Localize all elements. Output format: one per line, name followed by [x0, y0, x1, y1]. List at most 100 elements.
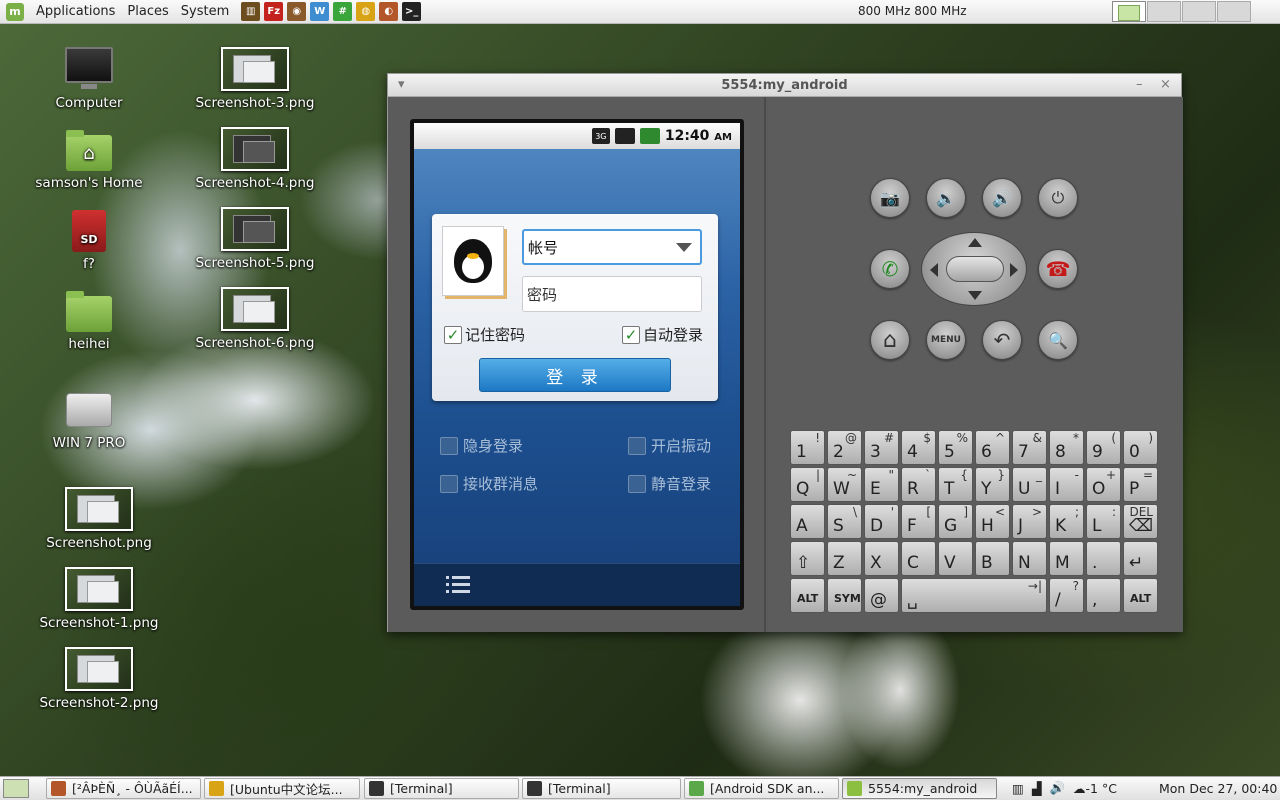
key-a[interactable]: A	[790, 504, 825, 539]
option-vibrate[interactable]: 开启振动	[628, 435, 711, 456]
key-delete[interactable]: ⌫ DEL	[1123, 504, 1158, 539]
key-u[interactable]: U _	[1012, 467, 1047, 502]
signal-icon[interactable]: ▟	[1032, 781, 1042, 796]
call-button[interactable]: ✆	[870, 249, 910, 289]
key-alt[interactable]: ALT	[790, 578, 825, 613]
menu-applications[interactable]: Applications	[30, 4, 121, 19]
clock[interactable]: Mon Dec 27, 00:40	[1159, 781, 1277, 796]
key-shift[interactable]: ⇧	[790, 541, 825, 576]
key-c[interactable]: C	[901, 541, 936, 576]
login-button[interactable]: 登 录	[479, 358, 671, 392]
key-d[interactable]: D '	[864, 504, 899, 539]
key-b[interactable]: B	[975, 541, 1010, 576]
key-@[interactable]: @	[864, 578, 899, 613]
system-monitor-icon[interactable]: ▥	[241, 2, 261, 21]
key-l[interactable]: L:	[1086, 504, 1121, 539]
key-/[interactable]: /?	[1049, 578, 1084, 613]
key-3[interactable]: 3 #	[864, 430, 899, 465]
password-input[interactable]: 密码	[522, 276, 702, 312]
dpad-center-button[interactable]	[946, 256, 1004, 282]
desktop-icon-heihei[interactable]: heihei	[29, 291, 149, 352]
desktop-icon-screenshot-6[interactable]: Screenshot-6.png	[195, 287, 315, 351]
key-2[interactable]: 2 @	[827, 430, 862, 465]
home-button[interactable]: ⌂	[870, 320, 910, 360]
workspace-1[interactable]	[1112, 1, 1146, 22]
mint-menu-icon[interactable]: m	[6, 2, 24, 21]
network-icon[interactable]: ▥	[1012, 781, 1024, 796]
desktop-icon-screenshot-2[interactable]: Screenshot-2.png	[39, 647, 159, 711]
taskbar-item[interactable]: [Terminal]	[364, 778, 519, 799]
key-9[interactable]: 9(	[1086, 430, 1121, 465]
key-v[interactable]: V	[938, 541, 973, 576]
list-menu-icon[interactable]	[446, 576, 470, 596]
taskbar-item[interactable]: [Android SDK an...	[684, 778, 839, 799]
menu-system[interactable]: System	[175, 4, 235, 19]
key-i[interactable]: I-	[1049, 467, 1084, 502]
calc-icon[interactable]: #	[333, 2, 353, 21]
desktop-icon-screenshot-1[interactable]: Screenshot-1.png	[39, 567, 159, 631]
search-button[interactable]: 🔍	[1038, 320, 1078, 360]
camera-button[interactable]: 📷	[870, 178, 910, 218]
chrome-icon[interactable]: ◍	[356, 2, 376, 21]
key-m[interactable]: M	[1049, 541, 1084, 576]
key-7[interactable]: 7 &	[1012, 430, 1047, 465]
key-sym[interactable]: SYM	[827, 578, 862, 613]
key-s[interactable]: S \	[827, 504, 862, 539]
key-1[interactable]: 1!	[790, 430, 825, 465]
key-0[interactable]: 0)	[1123, 430, 1158, 465]
menu-places[interactable]: Places	[121, 4, 174, 19]
desktop-icon-screenshot[interactable]: Screenshot.png	[39, 487, 159, 551]
key-p[interactable]: P =	[1123, 467, 1158, 502]
desktop-icon-sd[interactable]: SD f?	[29, 210, 149, 272]
filezilla-icon[interactable]: Fz	[264, 2, 284, 21]
option-invisible-login[interactable]: 隐身登录	[440, 435, 523, 456]
key-k[interactable]: K;	[1049, 504, 1084, 539]
key-o[interactable]: O +	[1086, 467, 1121, 502]
key-x[interactable]: X	[864, 541, 899, 576]
key-space[interactable]: ␣ →|	[901, 578, 1047, 613]
option-group-messages[interactable]: 接收群消息	[440, 473, 538, 494]
key-enter[interactable]: ↵	[1123, 541, 1158, 576]
workspace-2[interactable]	[1147, 1, 1181, 22]
dpad-right-icon[interactable]	[1010, 263, 1018, 277]
key-t[interactable]: T{	[938, 467, 973, 502]
taskbar-item[interactable]: [Terminal]	[522, 778, 681, 799]
key-y[interactable]: Y}	[975, 467, 1010, 502]
media-icon[interactable]: ◐	[379, 2, 399, 21]
back-button[interactable]: ↶	[982, 320, 1022, 360]
taskbar-item[interactable]: [²ÂÞÈÑ¸ - ÔÙÃãÉÍ...	[46, 778, 201, 799]
workspace-3[interactable]	[1182, 1, 1216, 22]
key-r[interactable]: R `	[901, 467, 936, 502]
qq-avatar[interactable]	[442, 226, 504, 296]
menu-button[interactable]: MENU	[926, 320, 966, 360]
key-alt[interactable]: ALT	[1123, 578, 1158, 613]
weather-widget[interactable]: ☁-1 °C	[1073, 781, 1117, 796]
key-f[interactable]: F[	[901, 504, 936, 539]
key-8[interactable]: 8 *	[1049, 430, 1084, 465]
dpad-left-icon[interactable]	[930, 263, 938, 277]
key-z[interactable]: Z	[827, 541, 862, 576]
desktop-icon-computer[interactable]: Computer	[29, 47, 149, 111]
key-6[interactable]: 6 ^	[975, 430, 1010, 465]
minimize-button[interactable]: –	[1136, 77, 1143, 92]
dpad[interactable]	[921, 232, 1027, 306]
end-call-button[interactable]: ☎	[1038, 249, 1078, 289]
phone-screen[interactable]: 3G 12:40 AM 帐号 密码 ✓ 记住密码 ✓ 自动登录 登 录 隐身登录…	[410, 119, 744, 610]
key-g[interactable]: G]	[938, 504, 973, 539]
desktop-icon-screenshot-5[interactable]: Screenshot-5.png	[195, 207, 315, 271]
key-e[interactable]: E "	[864, 467, 899, 502]
dpad-up-icon[interactable]	[968, 238, 982, 247]
chevron-down-icon[interactable]	[676, 243, 692, 252]
desktop-icon-screenshot-4[interactable]: Screenshot-4.png	[195, 127, 315, 191]
key-j[interactable]: J >	[1012, 504, 1047, 539]
window-titlebar[interactable]: ▾ 5554:my_android – ×	[388, 74, 1181, 97]
option-silent-login[interactable]: 静音登录	[628, 473, 711, 494]
taskbar-item[interactable]: 5554:my_android	[842, 778, 997, 799]
workspace-4[interactable]	[1217, 1, 1251, 22]
volume-up-button[interactable]: 🔊	[982, 178, 1022, 218]
key-h[interactable]: H <	[975, 504, 1010, 539]
close-button[interactable]: ×	[1160, 77, 1171, 92]
power-button[interactable]: ⏻	[1038, 178, 1078, 218]
writer-icon[interactable]: W	[310, 2, 330, 21]
workspace-switcher[interactable]	[1112, 1, 1252, 22]
